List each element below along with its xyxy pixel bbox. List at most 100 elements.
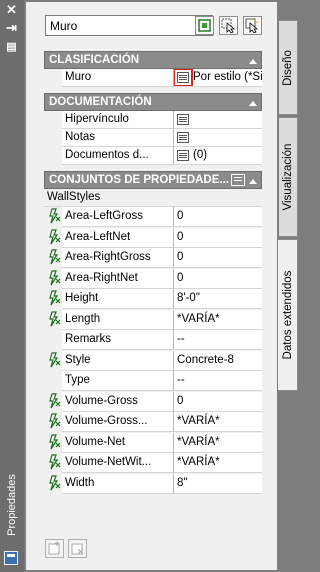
automatic-property-icon (49, 392, 61, 408)
section-documentacion[interactable]: DOCUMENTACIÓN (44, 93, 262, 111)
property-row[interactable]: Documentos d... (0) (44, 147, 262, 165)
classification-editor-icon[interactable] (174, 69, 193, 86)
property-value[interactable]: *VARÍA* (174, 432, 262, 453)
hyperlink-editor-icon[interactable] (177, 114, 189, 125)
property-name: Area-RightNet (62, 268, 174, 289)
property-value[interactable]: (0) (174, 147, 262, 165)
tab-visualizacion[interactable]: Visualización (279, 117, 298, 237)
property-name: Area-RightGross (62, 248, 174, 268)
property-value[interactable]: *VARÍA* (174, 309, 262, 330)
section-title: DOCUMENTACIÓN (49, 96, 152, 108)
property-row[interactable]: Area-LeftGross 0 (44, 207, 262, 227)
property-value[interactable]: 0 (174, 391, 262, 412)
collapse-icon[interactable] (249, 59, 257, 64)
quick-select-button[interactable] (243, 16, 262, 35)
property-row[interactable]: Muro Por estilo (*Si... (44, 69, 262, 87)
property-row[interactable]: Width 8" (44, 473, 262, 494)
palette-title: Propiedades (6, 474, 18, 536)
property-name: Type (62, 371, 174, 391)
properties-panel: Muro CLASIFICACIÓN Muro Por estilo (*Si.… (25, 1, 278, 571)
property-value[interactable]: -- (174, 371, 262, 391)
property-sets-icon[interactable] (231, 174, 245, 186)
automatic-property-icon (49, 310, 61, 326)
property-name: Style (62, 350, 174, 371)
property-row[interactable]: Volume-Gross... *VARÍA* (44, 412, 262, 432)
quick-select-icon (245, 18, 259, 33)
property-value[interactable] (174, 129, 262, 147)
auto-hide-icon[interactable]: ⇥ (3, 21, 20, 35)
automatic-property-icon (49, 351, 61, 367)
remove-property-icon (71, 543, 84, 555)
property-value[interactable]: 8'-0" (174, 289, 262, 309)
property-row[interactable]: Remarks -- (44, 330, 262, 350)
property-value[interactable]: 0 (174, 207, 262, 227)
add-property-icon (48, 541, 60, 555)
property-row[interactable]: Volume-Gross 0 (44, 391, 262, 412)
automatic-property-icon (49, 433, 61, 449)
property-row[interactable]: Length *VARÍA* (44, 309, 262, 330)
property-row[interactable]: Type -- (44, 371, 262, 391)
property-value[interactable]: *VARÍA* (174, 453, 262, 473)
property-name: Documentos d... (62, 147, 174, 165)
property-name: Volume-NetWit... (62, 453, 174, 473)
property-value[interactable] (174, 111, 262, 129)
section-clasificacion[interactable]: CLASIFICACIÓN (44, 51, 262, 69)
select-objects-button[interactable] (219, 16, 238, 35)
property-value[interactable]: 0 (174, 248, 262, 268)
add-button[interactable] (45, 539, 64, 558)
tab-diseno[interactable]: Diseño (279, 20, 298, 115)
section-title: CONJUNTOS DE PROPIEDADE... (49, 174, 229, 186)
remove-button[interactable] (68, 539, 87, 558)
close-icon[interactable]: ✕ (3, 3, 20, 17)
pickadd-icon (198, 19, 211, 32)
property-row[interactable]: Notas (44, 129, 262, 147)
section-title: CLASIFICACIÓN (49, 54, 140, 66)
object-type-value: Muro (50, 19, 78, 33)
documents-editor-icon[interactable] (177, 150, 189, 161)
property-name: Area-LeftNet (62, 227, 174, 248)
property-name: Length (62, 309, 174, 330)
palette-title-bar: ✕ ⇥ ▤ Propiedades (0, 0, 24, 572)
automatic-property-icon (49, 474, 61, 490)
property-value[interactable]: 0 (174, 268, 262, 289)
group-name: WallStyles (44, 189, 262, 207)
section-conjuntos[interactable]: CONJUNTOS DE PROPIEDADE... (44, 171, 262, 189)
property-name: Volume-Net (62, 432, 174, 453)
property-row[interactable]: Style Concrete-8 (44, 350, 262, 371)
group-row: WallStyles (44, 189, 262, 207)
collapse-icon[interactable] (249, 101, 257, 106)
property-name: Remarks (62, 330, 174, 350)
property-row[interactable]: Area-RightNet 0 (44, 268, 262, 289)
properties-menu-icon[interactable]: ▤ (3, 40, 20, 54)
property-row[interactable]: Area-RightGross 0 (44, 248, 262, 268)
property-value[interactable]: *VARÍA* (174, 412, 262, 432)
automatic-property-icon (49, 208, 61, 224)
property-row[interactable]: Hipervínculo (44, 111, 262, 129)
property-row[interactable]: Volume-Net *VARÍA* (44, 432, 262, 453)
property-value[interactable]: -- (174, 330, 262, 350)
property-row[interactable]: Height 8'-0" (44, 289, 262, 309)
property-value[interactable]: Concrete-8 (174, 350, 262, 371)
property-value[interactable]: 8" (174, 473, 262, 494)
property-row[interactable]: Area-LeftNet 0 (44, 227, 262, 248)
property-name: Hipervínculo (62, 111, 174, 129)
automatic-property-icon (49, 290, 61, 306)
property-row[interactable]: Volume-NetWit... *VARÍA* (44, 453, 262, 473)
property-value[interactable]: 0 (174, 227, 262, 248)
property-name: Height (62, 289, 174, 309)
automatic-property-icon (49, 454, 61, 470)
object-type-select[interactable]: Muro (45, 15, 213, 36)
palette-bottom-icon[interactable] (4, 551, 18, 565)
automatic-property-icon (49, 413, 61, 429)
automatic-property-icon (49, 228, 61, 244)
collapse-icon[interactable] (249, 179, 257, 184)
property-name: Volume-Gross (62, 391, 174, 412)
automatic-property-icon (49, 249, 61, 265)
property-value[interactable]: Por estilo (*Si... (174, 69, 262, 87)
select-objects-icon (221, 18, 236, 33)
toggle-pickadd-button[interactable] (195, 16, 214, 35)
tab-datos-extendidos[interactable]: Datos extendidos (278, 239, 298, 391)
automatic-property-icon (49, 269, 61, 285)
property-name: Width (62, 473, 174, 494)
notes-editor-icon[interactable] (177, 132, 189, 143)
